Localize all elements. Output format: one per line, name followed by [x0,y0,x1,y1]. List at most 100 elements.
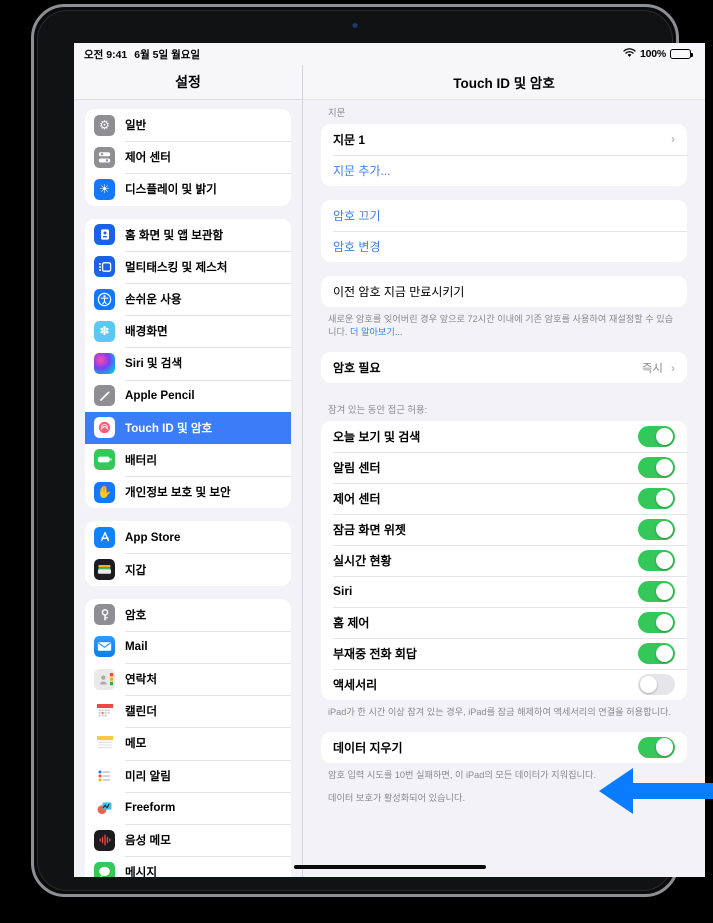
return-missed-calls-toggle[interactable] [638,642,675,664]
toggle-knob [655,582,674,601]
today-view-toggle[interactable] [638,425,675,447]
toggle-knob [655,458,674,477]
erase-data-label: 데이터 지우기 [333,740,403,755]
lock-screen-widgets-toggle[interactable] [638,518,675,540]
erase-data-row[interactable]: 데이터 지우기 [321,732,687,763]
sidebar-item-label: 배경화면 [125,325,168,339]
sidebar-group: ⚙ 일반 제어 센터 ☀ 디스플레이 및 밝기 [85,109,291,206]
live-activities-toggle[interactable] [638,549,675,571]
sidebar-item-voice-memos[interactable]: 음성 메모 [85,823,291,856]
sidebar-item-accessibility[interactable]: 손쉬운 사용 [85,282,291,315]
toggle-knob [655,644,674,663]
sidebar-item-multitasking[interactable]: 멀티태스킹 및 제스처 [85,250,291,283]
erase-data-footer-2: 데이터 보호가 활성화되어 있습니다. [328,792,465,803]
sidebar-item-label: 손쉬운 사용 [125,293,182,307]
mail-icon [94,636,115,658]
add-fingerprint-row[interactable]: 지문 추가... [321,154,687,186]
sidebar-item-calendar[interactable]: 캘린더 [85,695,291,727]
toggle-row-control-center[interactable]: 제어 센터 [321,482,687,514]
battery-icon [94,449,115,471]
toggle-knob [655,489,674,508]
sidebar-item-passwords[interactable]: 암호 [85,599,291,631]
toggle-knob [655,613,674,632]
expire-passcode-label: 이전 암호 지금 만료시키기 [333,284,465,299]
sidebar-group: App Store 지갑 [85,521,291,586]
sidebar-item-freeform[interactable]: Freeform [85,791,291,824]
fingerprint-row[interactable]: 지문 1 › [321,124,687,155]
voice-memos-icon [94,829,115,851]
sidebar-item-app-store[interactable]: App Store [85,521,291,553]
sidebar-group: 홈 화면 및 앱 보관함 멀티태스킹 및 제스처 손쉬운 사용 ✽ 배경화면 S… [85,218,291,509]
calendar-icon [94,700,115,722]
sidebar-item-siri-search[interactable]: Siri 및 검색 [85,347,291,379]
sidebar-item-mail[interactable]: Mail [85,630,291,663]
fingerprint-section-caption: 지문 [328,107,346,118]
sidebar-item-notes[interactable]: 메모 [85,727,291,759]
sidebar-item-general[interactable]: ⚙ 일반 [85,109,291,141]
expire-passcode-footer: 새로운 암호를 잊어버린 경우 앞으로 72시간 이내에 기존 암호를 사용하여… [321,307,687,341]
sidebar-item-display-brightness[interactable]: ☀ 디스플레이 및 밝기 [85,173,291,205]
sidebar-item-apple-pencil[interactable]: Apple Pencil [85,379,291,412]
status-time: 오전 9:41 [84,48,128,61]
sidebar-item-contacts[interactable]: 연락처 [85,663,291,695]
sidebar-scroll-area[interactable]: ⚙ 일반 제어 센터 ☀ 디스플레이 및 밝기 홈 화면 및 앱 보관함 멀티태… [74,100,302,877]
turn-passcode-off-row[interactable]: 암호 끄기 [321,200,687,231]
siri-toggle[interactable] [638,580,675,602]
control-center-toggle[interactable] [638,487,675,509]
require-passcode-card: 암호 필요 즉시 › [321,352,687,384]
sidebar-item-reminders[interactable]: 미리 알림 [85,759,291,792]
siri-icon [94,352,115,374]
detail-scroll-area[interactable]: 지문 지문 1 › 지문 추가... 암호 끄기 암호 변경 이전 암호 지금 … [303,100,705,877]
toggle-row-siri[interactable]: Siri [321,575,687,607]
sidebar-item-wallpaper[interactable]: ✽ 배경화면 [85,315,291,347]
notification-center-toggle[interactable] [638,456,675,478]
passcode-actions-card: 암호 끄기 암호 변경 [321,199,687,262]
sidebar-item-label: 연락처 [125,673,157,687]
toggle-row-home-control[interactable]: 홈 제어 [321,606,687,638]
fingerprint-card: 지문 1 › 지문 추가... [321,123,687,186]
turn-passcode-off-label: 암호 끄기 [333,208,381,223]
sidebar-item-messages[interactable]: 메시지 [85,856,291,877]
wifi-icon [623,47,636,61]
require-passcode-row[interactable]: 암호 필요 즉시 › [321,352,687,383]
sidebar-item-battery[interactable]: 배터리 [85,444,291,476]
require-passcode-value: 즉시 [641,362,663,375]
accessories-toggle[interactable] [638,673,675,695]
sidebar-item-label: 암호 [125,608,147,622]
home-indicator[interactable] [293,864,486,869]
erase-data-toggle[interactable] [638,736,675,758]
toggle-row-today-view[interactable]: 오늘 보기 및 검색 [321,421,687,452]
status-bar: 오전 9:41 6월 5일 월요일 100% [74,43,705,65]
toggle-row-accessories[interactable]: 액세서리 [321,668,687,700]
change-passcode-row[interactable]: 암호 변경 [321,230,687,262]
app-store-icon [94,526,115,548]
sidebar-item-label: Freeform [125,801,176,815]
brightness-icon: ☀ [94,178,115,200]
expire-passcode-row[interactable]: 이전 암호 지금 만료시키기 [321,276,687,307]
sidebar-item-label: 일반 [125,119,147,133]
toggle-label: 제어 센터 [333,491,381,506]
contacts-icon [94,668,115,690]
home-control-toggle[interactable] [638,611,675,633]
sidebar-item-label: 메모 [125,737,147,751]
sidebar-item-wallet[interactable]: 지갑 [85,553,291,585]
sidebar-item-label: 배터리 [125,453,157,467]
toggle-knob [639,675,658,694]
touch-id-icon [94,417,115,439]
toggle-row-live-activities[interactable]: 실시간 현황 [321,544,687,576]
toggle-label: 오늘 보기 및 검색 [333,429,421,444]
sidebar-item-control-center[interactable]: 제어 센터 [85,141,291,173]
toggle-row-return-missed-calls[interactable]: 부재중 전화 회답 [321,637,687,669]
toggle-row-notification-center[interactable]: 알림 센터 [321,451,687,483]
add-fingerprint-label: 지문 추가... [333,163,391,178]
locked-access-card: 오늘 보기 및 검색 알림 센터 제어 센터 잠금 화면 위젯 실시간 현황 S… [321,420,687,700]
toggle-row-lock-screen-widgets[interactable]: 잠금 화면 위젯 [321,513,687,545]
erase-data-card: 데이터 지우기 [321,731,687,763]
sidebar-item-label: 지갑 [125,563,147,577]
toggle-label: 액세서리 [333,677,378,692]
sidebar-item-privacy-security[interactable]: ✋ 개인정보 보호 및 보안 [85,476,291,508]
sidebar-item-home-screen[interactable]: 홈 화면 및 앱 보관함 [85,219,291,251]
learn-more-link[interactable]: 더 알아보기... [350,327,402,337]
sidebar-item-touch-id-passcode[interactable]: Touch ID 및 암호 [85,411,291,444]
toggle-label: Siri [333,584,353,599]
